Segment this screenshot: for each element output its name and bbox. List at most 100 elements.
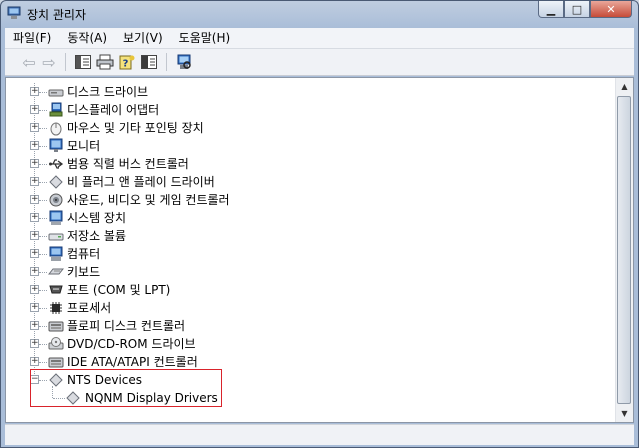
- expand-icon[interactable]: +: [30, 303, 39, 312]
- tree-branch-line: [39, 164, 47, 166]
- tree-category-row[interactable]: + 프로세서: [6, 299, 606, 317]
- help-icon[interactable]: ?: [116, 51, 138, 73]
- controller-icon: [48, 318, 64, 334]
- tree-category-label: 프로세서: [67, 301, 112, 315]
- cdrom-icon: [48, 336, 64, 352]
- monitor-icon: [48, 138, 64, 154]
- tree-category-label: 시스템 장치: [67, 211, 127, 225]
- generic-device-icon: [48, 174, 64, 190]
- tree-category-label: 키보드: [67, 265, 101, 279]
- tree-category-row[interactable]: + 디스플레이 어댑터: [6, 101, 606, 119]
- tree-category-row[interactable]: + DVD/CD-ROM 드라이브: [6, 335, 606, 353]
- tree-category-label: 마우스 및 기타 포인팅 장치: [67, 121, 204, 135]
- device-manager-icon: [7, 6, 21, 19]
- tree-branch-line: [39, 146, 47, 148]
- tree-category-row[interactable]: + 저장소 볼륨: [6, 227, 606, 245]
- expand-icon[interactable]: +: [30, 123, 39, 132]
- expand-icon[interactable]: +: [30, 105, 39, 114]
- expand-icon[interactable]: +: [30, 195, 39, 204]
- tree-category-label: 디스크 드라이브: [67, 85, 149, 99]
- expand-icon[interactable]: +: [30, 249, 39, 258]
- tree-branch-line: [39, 128, 47, 130]
- tree-branch-line: [39, 362, 47, 364]
- tree-branch-line: [39, 308, 47, 310]
- menu-bar: 파일(F) 동작(A) 보기(V) 도움말(H): [5, 28, 634, 49]
- expand-icon[interactable]: +: [30, 285, 39, 294]
- tree-category-label: 플로피 디스크 컨트롤러: [67, 319, 186, 333]
- computer-icon: [48, 246, 64, 262]
- tree-branch-line: [39, 344, 47, 346]
- controller-icon: [48, 354, 64, 370]
- tree-category-label: 사운드, 비디오 및 게임 컨트롤러: [67, 193, 230, 207]
- expand-icon[interactable]: +: [30, 213, 39, 222]
- tree-category-row[interactable]: + 키보드: [6, 263, 606, 281]
- tree-category-label: 포트 (COM 및 LPT): [67, 283, 171, 297]
- tree-category-row[interactable]: + 컴퓨터: [6, 245, 606, 263]
- menu-view[interactable]: 보기(V): [115, 28, 171, 48]
- expand-icon[interactable]: +: [30, 177, 39, 186]
- tree-branch-line: [39, 272, 47, 274]
- window-title: 장치 관리자: [27, 8, 87, 22]
- back-arrow-icon[interactable]: ⇦: [19, 51, 39, 73]
- scroll-down-arrow-icon[interactable]: ▼: [616, 405, 633, 422]
- menu-help[interactable]: 도움말(H): [171, 28, 239, 48]
- scroll-thumb[interactable]: [617, 96, 631, 404]
- highlight-box: [30, 369, 222, 407]
- tree-category-row[interactable]: + 비 플러그 앤 플레이 드라이버: [6, 173, 606, 191]
- scan-hardware-icon[interactable]: [173, 51, 195, 73]
- maximize-button[interactable]: □: [564, 1, 590, 18]
- tree-category-row[interactable]: + 마우스 및 기타 포인팅 장치: [6, 119, 606, 137]
- forward-arrow-icon[interactable]: ⇨: [39, 51, 59, 73]
- expand-icon[interactable]: +: [30, 159, 39, 168]
- tree-category-row[interactable]: + 범용 직렬 버스 컨트롤러: [6, 155, 606, 173]
- port-icon: [48, 282, 64, 298]
- vertical-scrollbar[interactable]: ▲ ▼: [615, 78, 633, 422]
- title-bar: 장치 관리자 ▁ □ ✕: [1, 1, 638, 27]
- mouse-icon: [48, 120, 64, 136]
- tree-branch-line: [39, 254, 47, 256]
- toolbar: ⇦ ⇨ ?: [5, 49, 634, 76]
- tree-category-label: 범용 직렬 버스 컨트롤러: [67, 157, 189, 171]
- menu-action[interactable]: 동작(A): [59, 28, 115, 48]
- tree-branch-line: [39, 326, 47, 328]
- tree-branch-line: [39, 290, 47, 292]
- tree-branch-line: [39, 110, 47, 112]
- sound-icon: [48, 192, 64, 208]
- tree-category-row[interactable]: + 시스템 장치: [6, 209, 606, 227]
- expand-icon[interactable]: +: [30, 357, 39, 366]
- display-adapter-icon: [48, 102, 64, 118]
- tree-category-label: 비 플러그 앤 플레이 드라이버: [67, 175, 215, 189]
- device-manager-window: 장치 관리자 ▁ □ ✕ 파일(F) 동작(A) 보기(V) 도움말(H) ⇦ …: [0, 0, 639, 448]
- tree-category-label: 모니터: [67, 139, 101, 153]
- device-tree-panel: + 디스크 드라이브 + 디스플레이 어댑터 + 마우스 및 기타 포인팅 장치 + 모니터 +…: [5, 77, 634, 423]
- menu-file[interactable]: 파일(F): [5, 28, 59, 48]
- scroll-up-arrow-icon[interactable]: ▲: [616, 78, 633, 95]
- expand-icon[interactable]: +: [30, 321, 39, 330]
- properties-icon[interactable]: [138, 51, 160, 73]
- svg-text:?: ?: [123, 59, 129, 70]
- keyboard-icon: [47, 264, 65, 280]
- system-device-icon: [48, 210, 64, 226]
- status-bar: [5, 424, 634, 445]
- expand-icon[interactable]: +: [30, 267, 39, 276]
- tree-category-row[interactable]: + 플로피 디스크 컨트롤러: [6, 317, 606, 335]
- expand-icon[interactable]: +: [30, 141, 39, 150]
- tree-category-row[interactable]: + 포트 (COM 및 LPT): [6, 281, 606, 299]
- close-button[interactable]: ✕: [590, 1, 632, 18]
- tree-category-row[interactable]: + 디스크 드라이브: [6, 83, 606, 101]
- tree-category-label: 디스플레이 어댑터: [67, 103, 160, 117]
- expand-icon[interactable]: +: [30, 339, 39, 348]
- expand-icon[interactable]: +: [30, 87, 39, 96]
- show-hide-tree-icon[interactable]: [72, 51, 94, 73]
- tree-branch-line: [39, 92, 47, 94]
- storage-volume-icon: [48, 228, 64, 244]
- expand-icon[interactable]: +: [30, 231, 39, 240]
- tree-category-row[interactable]: + 모니터: [6, 137, 606, 155]
- usb-icon: [48, 156, 64, 172]
- tree-branch-line: [39, 236, 47, 238]
- tree-category-row[interactable]: + 사운드, 비디오 및 게임 컨트롤러: [6, 191, 606, 209]
- print-icon[interactable]: [94, 51, 116, 73]
- disk-drive-icon: [48, 84, 64, 100]
- tree-category-label: 컴퓨터: [67, 247, 101, 261]
- minimize-button[interactable]: ▁: [538, 1, 564, 18]
